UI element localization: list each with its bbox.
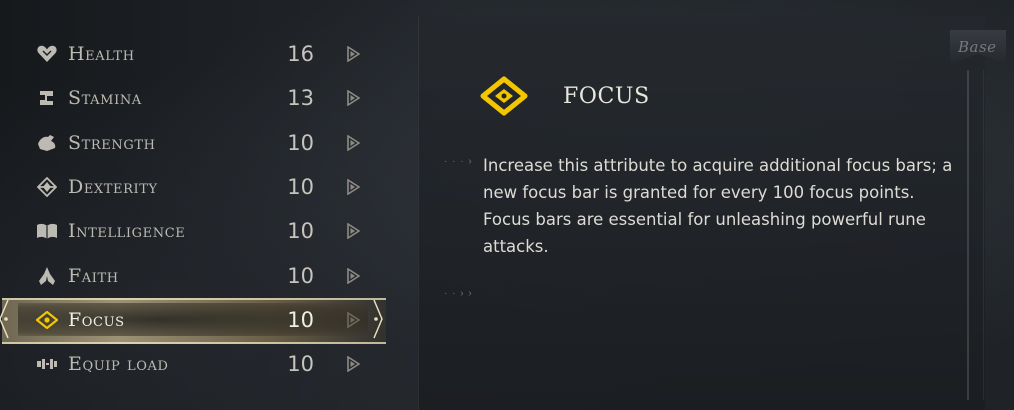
attribute-name: Intelligence [68,220,186,243]
attribute-name: Dexterity [68,176,158,199]
decorative-dots: · · › › [444,288,473,299]
increase-arrow-icon[interactable] [344,178,362,196]
attribute-value: 16 [287,42,314,67]
increase-arrow-icon[interactable] [344,267,362,285]
attribute-list: Health 16 Stamina 13 Strength 10 Dexteri… [0,32,400,386]
attribute-name: Equip Load [68,353,169,376]
attribute-name: Focus [68,308,125,331]
increase-arrow-icon[interactable] [344,89,362,107]
attribute-value: 10 [287,307,314,332]
detail-title: FOCUS [563,84,650,109]
attribute-name: Health [68,43,135,66]
attribute-row-focus[interactable]: Focus 10 [0,298,400,342]
attribute-row-faith[interactable]: Faith 10 [0,253,400,297]
dexterity-icon [36,176,58,198]
attribute-row-dexterity[interactable]: Dexterity 10 [0,165,400,209]
attribute-value: 10 [287,130,314,155]
praying-hands-icon [36,265,58,287]
focus-eye-icon [36,309,58,331]
attribute-value: 13 [287,86,314,111]
attribute-name: Stamina [68,87,142,110]
attribute-value: 10 [287,352,314,377]
attribute-row-health[interactable]: Health 16 [0,32,400,76]
focus-eye-icon [480,76,528,116]
decorative-dots: · · · › [444,156,473,167]
increase-arrow-icon[interactable] [344,222,362,240]
attribute-value: 10 [287,263,314,288]
stamina-icon [36,87,58,109]
attribute-row-strength[interactable]: Strength 10 [0,121,400,165]
equip-load-icon [36,353,58,375]
attribute-name: Strength [68,131,156,154]
attribute-name: Faith [68,264,119,287]
attribute-row-equip-load[interactable]: Equip Load 10 [0,342,400,386]
increase-arrow-icon[interactable] [344,45,362,63]
increase-arrow-icon[interactable] [344,311,362,329]
base-tab-label[interactable]: Base [958,38,997,56]
increase-arrow-icon[interactable] [344,355,362,373]
strength-icon [36,132,58,154]
panel-edge-ornament [967,70,984,400]
heart-icon [36,43,58,65]
attribute-value: 10 [287,219,314,244]
attribute-value: 10 [287,175,314,200]
book-icon [36,220,58,242]
attribute-row-stamina[interactable]: Stamina 13 [0,76,400,120]
attribute-row-intelligence[interactable]: Intelligence 10 [0,209,400,253]
increase-arrow-icon[interactable] [344,134,362,152]
detail-description: Increase this attribute to acquire addit… [483,156,953,256]
